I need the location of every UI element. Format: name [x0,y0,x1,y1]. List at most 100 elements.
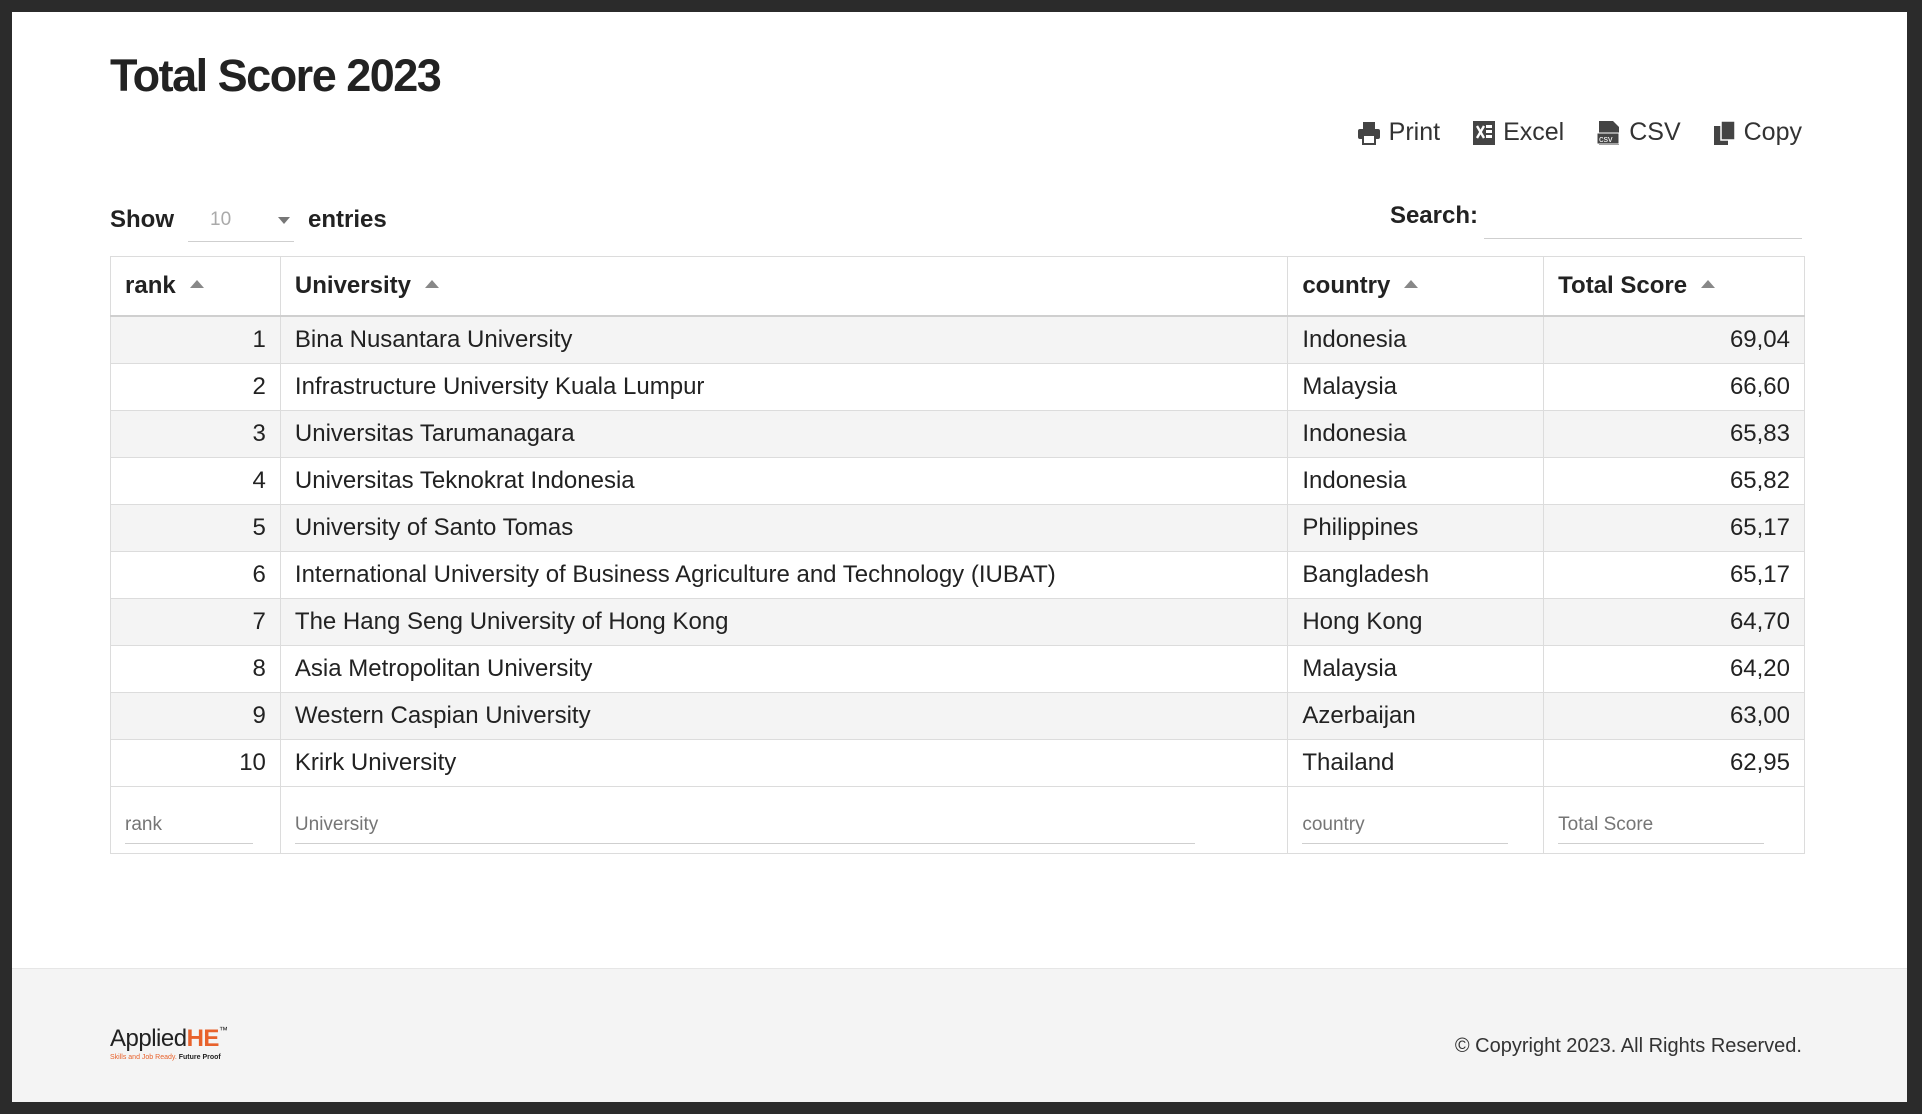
column-header-label: rank [125,272,176,299]
appliedhe-logo[interactable]: AppliedHE™ Skills and Job Ready. Future … [110,1025,228,1061]
table-row: 10 Krirk University Thailand 62,95 [110,739,1805,787]
university-cell: Western Caspian University [279,692,1289,740]
university-filter-input[interactable] [294,807,1195,844]
results-table: rank University country Total Score 1 Bi… [110,256,1805,854]
university-cell: Asia Metropolitan University [279,645,1289,693]
filter-cell [1543,786,1805,854]
column-header-label: Total Score [1558,272,1688,299]
sort-asc-icon [424,279,439,288]
search-label: Search: [1389,201,1478,229]
university-cell: Universitas Tarumanagara [279,410,1289,458]
university-cell: Krirk University [279,739,1289,787]
country-cell: Philippines [1287,504,1545,552]
print-label: Print [1388,118,1441,146]
rank-cell: 7 [110,598,281,646]
filter-cell [110,786,281,854]
entries-select-value: 10 [210,208,232,230]
table-row: 7 The Hang Seng University of Hong Kong … [110,598,1805,646]
country-cell: Indonesia [1287,410,1545,458]
search-input[interactable] [1484,192,1802,239]
score-cell: 64,70 [1543,598,1805,646]
country-cell: Azerbaijan [1287,692,1545,740]
logo-tagline-a: Skills and Job Ready. [110,1054,177,1061]
university-cell: Infrastructure University Kuala Lumpur [279,363,1289,411]
rank-cell: 2 [110,363,281,411]
svg-text:csv: csv [1599,134,1613,144]
show-label: Show [110,206,174,233]
copy-label: Copy [1743,118,1802,146]
total-score-filter-input[interactable] [1558,807,1765,844]
chevron-down-icon [278,217,290,224]
print-button[interactable]: Print [1356,118,1440,147]
table-row: 3 Universitas Tarumanagara Indonesia 65,… [110,410,1805,458]
rank-cell: 5 [110,504,281,552]
score-cell: 62,95 [1543,739,1805,787]
filter-row [110,786,1805,854]
print-icon [1356,120,1382,146]
entries-label: entries [308,206,387,233]
table-row: 2 Infrastructure University Kuala Lumpur… [110,363,1805,411]
score-cell: 65,83 [1543,410,1805,458]
rank-cell: 1 [110,315,281,364]
university-cell: University of Santo Tomas [279,504,1289,552]
country-cell: Thailand [1287,739,1545,787]
university-cell: International University of Business Agr… [279,551,1289,599]
page-frame: Total Score 2023 Print Excel csv CSV Cop… [12,12,1907,1102]
score-cell: 65,17 [1543,504,1805,552]
table-row: 5 University of Santo Tomas Philippines … [110,504,1805,552]
university-cell: Bina Nusantara University [279,315,1289,364]
score-cell: 69,04 [1543,315,1805,364]
copyright-text: © Copyright 2023. All Rights Reserved. [1454,1035,1802,1057]
logo-tagline-b: Future Proof [178,1054,221,1061]
entries-length-control: Show 10 entries [110,198,387,242]
table-row: 4 Universitas Teknokrat Indonesia Indone… [110,457,1805,505]
header-row: rank University country Total Score [110,256,1805,317]
csv-label: CSV [1629,118,1681,146]
entries-select[interactable]: 10 [188,198,294,242]
score-cell: 63,00 [1543,692,1805,740]
export-toolbar: Print Excel csv CSV Copy [1356,118,1802,147]
filter-cell [279,786,1289,854]
rank-cell: 3 [110,410,281,458]
country-cell: Indonesia [1287,315,1545,364]
copy-button[interactable]: Copy [1713,118,1802,147]
country-cell: Hong Kong [1287,598,1545,646]
filter-cell [1287,786,1545,854]
rank-cell: 10 [110,739,281,787]
table-row: 6 International University of Business A… [110,551,1805,599]
page-title: Total Score 2023 [110,50,442,101]
column-header-country[interactable]: country [1287,256,1545,317]
country-filter-input[interactable] [1302,807,1509,844]
column-header-university[interactable]: University [279,256,1289,317]
sort-asc-icon [189,279,204,288]
university-cell: Universitas Teknokrat Indonesia [279,457,1289,505]
excel-button[interactable]: Excel [1472,118,1564,147]
search-control: Search: [1390,192,1802,239]
table-row: 9 Western Caspian University Azerbaijan … [110,692,1805,740]
table-row: 8 Asia Metropolitan University Malaysia … [110,645,1805,693]
rank-filter-input[interactable] [125,807,253,844]
logo-text: Applied [110,1025,187,1052]
sort-asc-icon [1701,279,1716,288]
csv-button[interactable]: csv CSV [1596,118,1681,147]
column-header-rank[interactable]: rank [110,256,281,317]
excel-icon [1472,120,1496,146]
university-cell: The Hang Seng University of Hong Kong [279,598,1289,646]
score-cell: 66,60 [1543,363,1805,411]
rank-cell: 6 [110,551,281,599]
column-header-label: University [294,272,411,299]
page-footer: AppliedHE™ Skills and Job Ready. Future … [12,968,1907,1102]
logo-tagline: Skills and Job Ready. Future Proof [110,1054,227,1061]
logo-tm: ™ [218,1025,228,1035]
table-row: 1 Bina Nusantara University Indonesia 69… [110,315,1805,364]
score-cell: 65,82 [1543,457,1805,505]
excel-label: Excel [1503,118,1565,146]
country-cell: Malaysia [1287,363,1545,411]
rank-cell: 8 [110,645,281,693]
column-header-total-score[interactable]: Total Score [1543,256,1805,317]
country-cell: Malaysia [1287,645,1545,693]
sort-asc-icon [1404,279,1419,288]
column-header-label: country [1302,272,1391,299]
score-cell: 64,20 [1543,645,1805,693]
country-cell: Bangladesh [1287,551,1545,599]
